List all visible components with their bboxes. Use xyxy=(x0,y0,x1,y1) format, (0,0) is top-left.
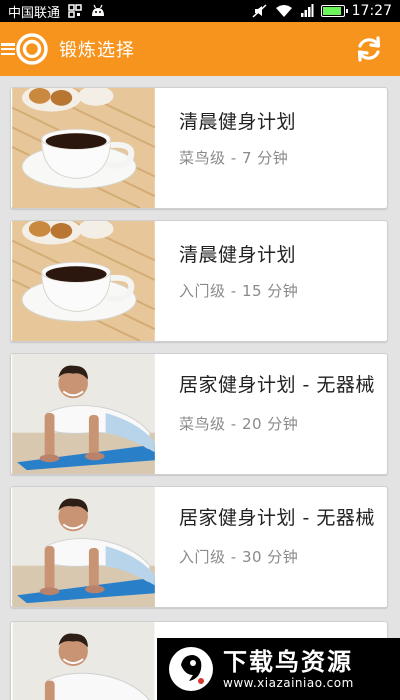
battery-level xyxy=(322,7,341,15)
android-icon xyxy=(90,4,106,18)
usb-icon xyxy=(68,4,82,18)
bird-logo-icon xyxy=(169,647,213,691)
watermark-url: www.xiazainiao.com xyxy=(223,676,354,690)
workout-card[interactable]: 清晨健身计划 菜鸟级 - 7 分钟 xyxy=(10,87,388,209)
site-watermark: 下载鸟资源 www.xiazainiao.com xyxy=(157,638,400,700)
carrier-label: 中国联通 xyxy=(8,5,61,21)
refresh-icon[interactable] xyxy=(354,34,384,64)
battery-icon xyxy=(320,5,348,17)
workout-subtitle: 入门级 - 30 分钟 xyxy=(179,548,299,566)
workout-subtitle: 菜鸟级 - 20 分钟 xyxy=(179,415,299,433)
workout-title: 清晨健身计划 xyxy=(179,111,297,133)
clock: 17:27 xyxy=(351,3,392,19)
watermark-title: 下载鸟资源 xyxy=(223,648,353,676)
workout-title: 居家健身计划 - 无器械 xyxy=(179,507,375,529)
coffee-thumbnail xyxy=(11,221,156,341)
workout-title: 清晨健身计划 xyxy=(179,244,297,266)
coffee-thumbnail xyxy=(11,88,156,208)
workout-card[interactable]: 居家健身计划 - 无器械 入门级 - 30 分钟 xyxy=(10,486,388,608)
pushup-thumbnail xyxy=(12,354,155,474)
page-title: 锻炼选择 xyxy=(59,40,135,61)
mute-icon xyxy=(252,4,268,18)
status-bar: 中国联通 17:27 xyxy=(0,0,400,22)
target-logo-icon[interactable] xyxy=(15,32,49,66)
app-bar: 锻炼选择 xyxy=(0,22,400,76)
workout-title: 居家健身计划 - 无器械 xyxy=(179,374,375,396)
workout-card[interactable]: 居家健身计划 - 无器械 菜鸟级 - 20 分钟 xyxy=(10,353,388,475)
pushup-thumbnail xyxy=(12,622,155,700)
pushup-thumbnail xyxy=(12,487,155,607)
menu-icon[interactable] xyxy=(1,41,15,57)
workout-card[interactable]: 清晨健身计划 入门级 - 15 分钟 xyxy=(10,220,388,342)
signal-icon xyxy=(300,4,314,18)
wifi-icon xyxy=(275,4,293,18)
workout-subtitle: 菜鸟级 - 7 分钟 xyxy=(179,149,289,167)
workout-subtitle: 入门级 - 15 分钟 xyxy=(179,282,299,300)
